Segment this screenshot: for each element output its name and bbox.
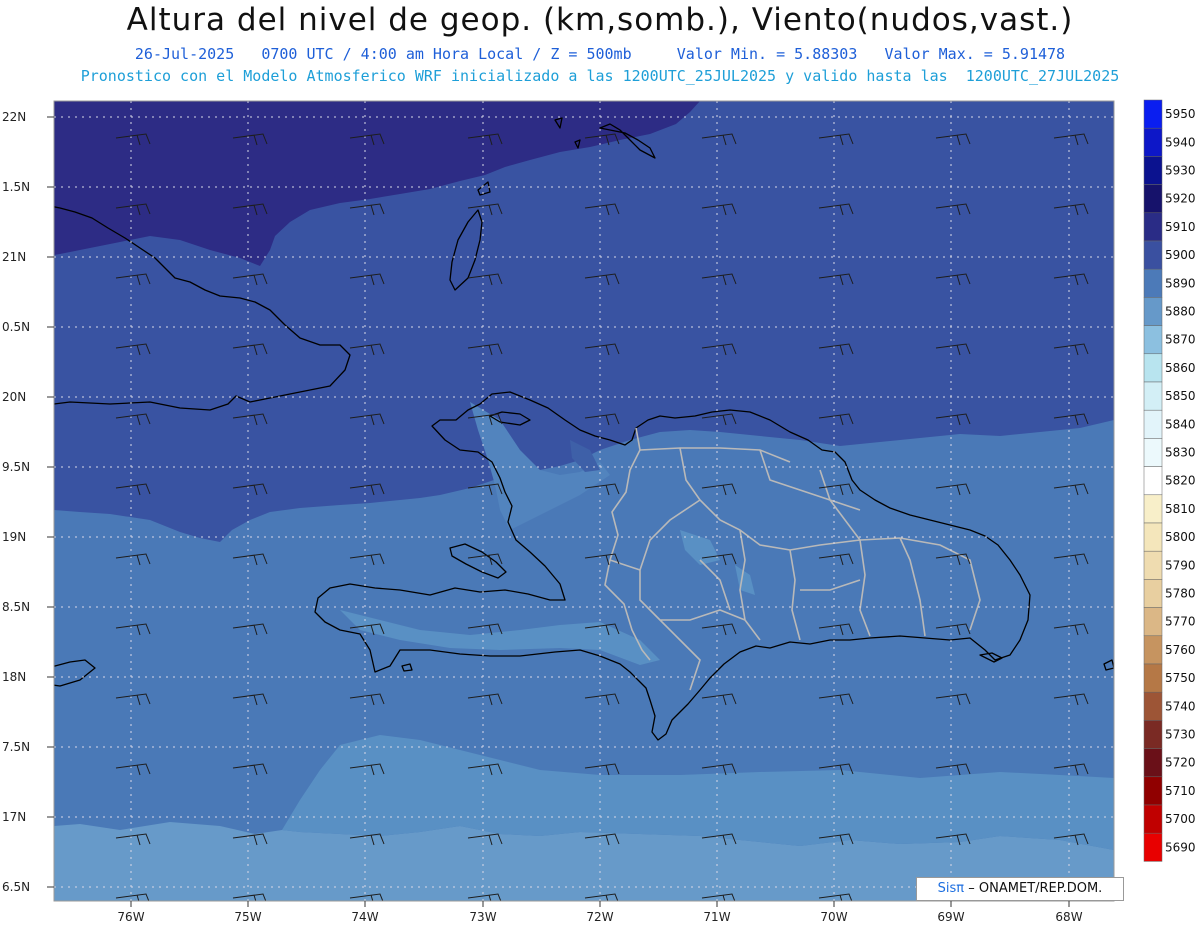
- colorbar-label: 5710: [1165, 784, 1196, 798]
- colorbar-swatch: [1143, 550, 1163, 580]
- colorbar-label: 5750: [1165, 671, 1196, 685]
- lat-label: 9.5N: [2, 460, 30, 474]
- lon-label: 75W: [234, 910, 261, 924]
- colorbar-swatch: [1143, 635, 1163, 665]
- colorbar-label: 5820: [1165, 474, 1196, 488]
- colorbar-swatch: [1143, 579, 1163, 608]
- colorbar-label: 5850: [1165, 389, 1196, 403]
- colorbar-label: 5810: [1165, 502, 1196, 516]
- lat-label: 21N: [2, 250, 26, 264]
- colorbar-label: 5870: [1165, 333, 1196, 347]
- colorbar-swatch: [1143, 127, 1163, 157]
- colorbar-label: 5720: [1165, 756, 1196, 770]
- lat-label: 6.5N: [2, 880, 30, 894]
- colorbar-swatch: [1143, 466, 1163, 496]
- lon-label: 72W: [586, 910, 613, 924]
- colorbar-swatch: [1143, 325, 1163, 355]
- colorbar-swatch: [1143, 607, 1163, 637]
- colorbar-label: 5770: [1165, 615, 1196, 629]
- credit-org: – ONAMET/REP.DOM.: [968, 881, 1103, 896]
- colorbar-swatch: [1143, 184, 1163, 214]
- lon-label: 70W: [820, 910, 847, 924]
- colorbar-label: 5690: [1165, 840, 1196, 854]
- colorbar-swatch: [1143, 438, 1163, 467]
- lat-label: 8.5N: [2, 600, 30, 614]
- lon-label: 68W: [1055, 910, 1082, 924]
- lat-label: 18N: [2, 670, 26, 684]
- lon-label: 73W: [469, 910, 496, 924]
- colorbar-swatch: [1143, 691, 1163, 721]
- colorbar-label: 5740: [1165, 699, 1196, 713]
- colorbar-label: 5700: [1165, 812, 1196, 826]
- colorbar-label: 5780: [1165, 587, 1196, 601]
- colorbar-swatch: [1143, 409, 1163, 439]
- colorbar-label: 5760: [1165, 643, 1196, 657]
- colorbar-swatch: [1143, 212, 1163, 242]
- colorbar-label: 5880: [1165, 305, 1196, 319]
- latitude-labels: 22N 1.5N 21N 0.5N 20N 9.5N 19N 8.5N 18N …: [2, 110, 30, 894]
- lon-label: 69W: [937, 910, 964, 924]
- colorbar-swatch: [1143, 720, 1163, 749]
- colorbar-swatch: [1143, 381, 1163, 411]
- sispi-logo: Sisπ: [937, 881, 965, 896]
- forecast-map: 22N 1.5N 21N 0.5N 20N 9.5N 19N 8.5N 18N …: [2, 99, 1196, 924]
- lat-label: 0.5N: [2, 320, 30, 334]
- colorbar-swatch: [1143, 663, 1163, 693]
- longitude-axis: [130, 901, 1070, 907]
- colorbar-label: 5790: [1165, 558, 1196, 572]
- lon-label: 71W: [703, 910, 730, 924]
- credit-box: Sisπ – ONAMET/REP.DOM.: [916, 877, 1124, 901]
- lat-label: 17N: [2, 810, 26, 824]
- colorbar-swatch: [1143, 832, 1163, 862]
- lon-label: 76W: [117, 910, 144, 924]
- lon-label: 74W: [351, 910, 378, 924]
- colorbar-swatch: [1143, 494, 1163, 524]
- colorbar-swatch: [1143, 748, 1163, 778]
- colorbar-swatch: [1143, 240, 1163, 270]
- colorbar-label: 5920: [1165, 192, 1196, 206]
- lat-label: 7.5N: [2, 740, 30, 754]
- colorbar-label: 5940: [1165, 135, 1196, 149]
- colorbar-label: 5860: [1165, 361, 1196, 375]
- colorbar-swatch: [1143, 353, 1163, 383]
- lat-label: 20N: [2, 390, 26, 404]
- lat-label: 1.5N: [2, 180, 30, 194]
- longitude-labels: 76W 75W 74W 73W 72W 71W 70W 69W 68W: [117, 910, 1082, 924]
- latitude-axis: [47, 116, 54, 888]
- colorbar-swatch: [1143, 804, 1163, 834]
- colorbar-swatch: [1143, 156, 1163, 185]
- colorbar-label: 5910: [1165, 220, 1196, 234]
- colorbar-swatch: [1143, 297, 1163, 326]
- lat-label: 22N: [2, 110, 26, 124]
- colorbar-swatch: [1143, 268, 1163, 298]
- colorbar-label: 5800: [1165, 530, 1196, 544]
- colorbar-swatch: [1143, 522, 1163, 552]
- colorbar-swatch: [1143, 776, 1163, 806]
- colorbar-label: 5730: [1165, 728, 1196, 742]
- colorbar-label: 5840: [1165, 417, 1196, 431]
- colorbar-label: 5930: [1165, 164, 1196, 178]
- colorbar-label: 5890: [1165, 276, 1196, 290]
- colorbar-swatch: [1143, 99, 1163, 129]
- colorbar: 5950 5940 5930 5920 5910 5900 5890 5880 5870 5860…: [1143, 99, 1196, 862]
- colorbar-label: 5900: [1165, 248, 1196, 262]
- lat-label: 19N: [2, 530, 26, 544]
- colorbar-label: 5830: [1165, 446, 1196, 460]
- colorbar-label: 5950: [1165, 107, 1196, 121]
